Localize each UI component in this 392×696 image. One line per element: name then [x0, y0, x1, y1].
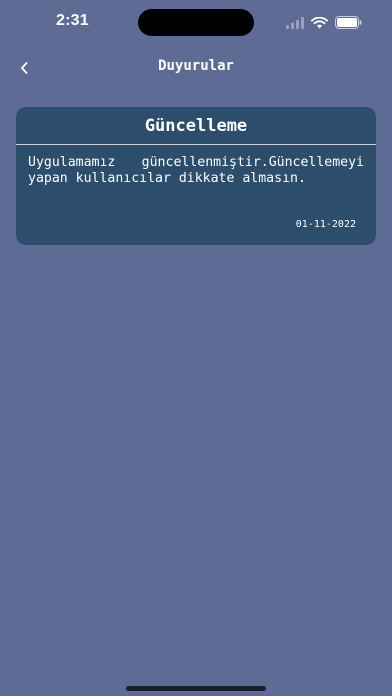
- status-time: 2:31: [56, 12, 89, 29]
- cellular-signal-icon: [286, 14, 304, 33]
- home-indicator: [126, 686, 266, 691]
- announcement-card[interactable]: Güncelleme Uygulamamız güncellenmiştir.G…: [16, 107, 376, 245]
- status-icons: [286, 14, 362, 33]
- announcement-title: Güncelleme: [16, 107, 376, 145]
- page-title: Duyurular: [158, 58, 234, 74]
- status-bar: 2:31: [0, 0, 392, 46]
- nav-bar: Duyurular: [0, 46, 392, 90]
- announcement-date: 01-11-2022: [295, 219, 356, 230]
- battery-icon: [335, 14, 362, 33]
- wifi-icon: [311, 14, 328, 33]
- announcement-body: Uygulamamız güncellenmiştir.Güncellemeyi…: [28, 155, 364, 186]
- dynamic-island: [138, 9, 254, 36]
